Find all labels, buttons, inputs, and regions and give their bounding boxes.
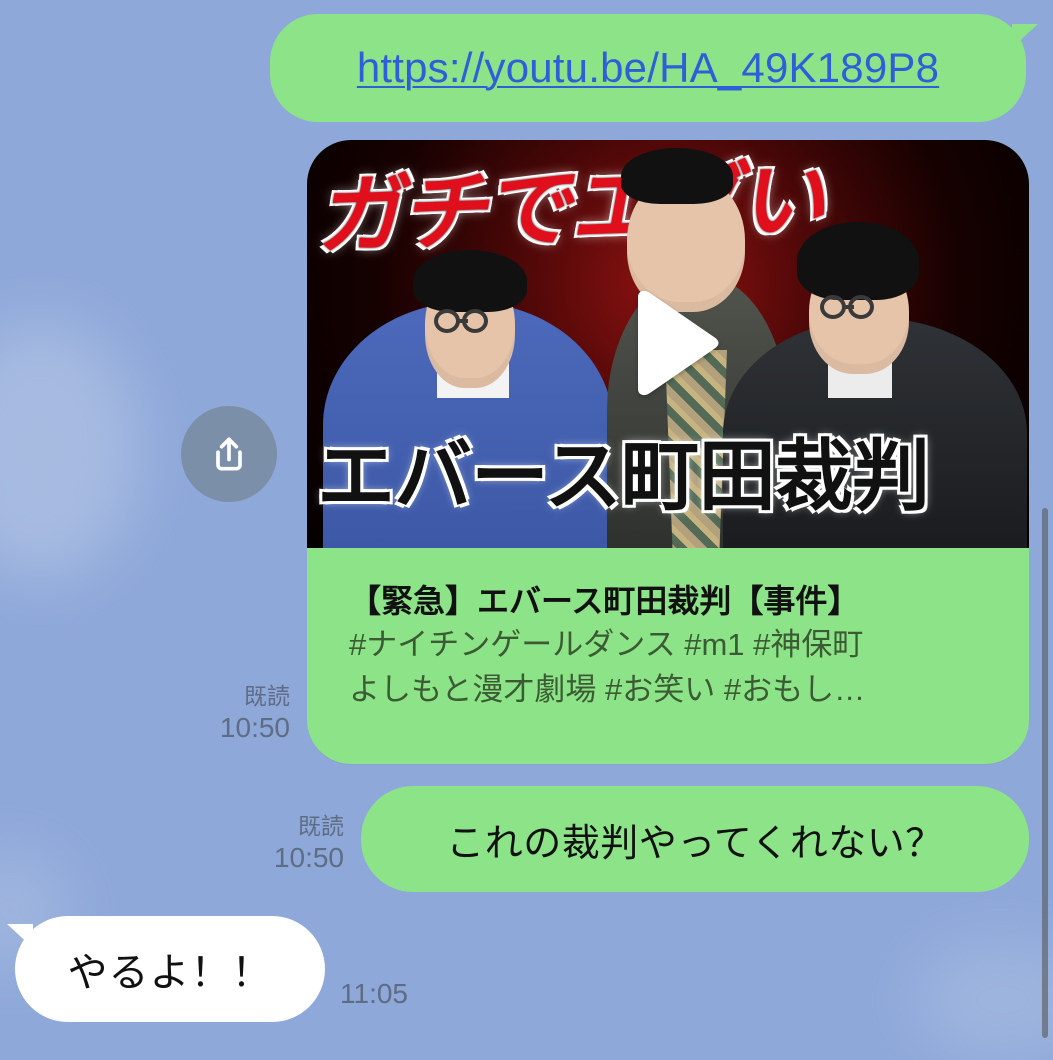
preview-message-meta: 既読 10:50 xyxy=(210,683,290,744)
glasses-left-lens xyxy=(434,309,460,333)
glasses-bridge xyxy=(458,319,468,323)
background-glow xyxy=(0,320,140,580)
scrollbar[interactable] xyxy=(1042,508,1048,1038)
read-receipt: 既読 xyxy=(298,813,344,839)
glasses-left-lens xyxy=(820,295,846,319)
background-glow xyxy=(913,940,1053,1060)
chat-screen: https://youtu.be/HA_49K189P8 ガチでエグい エバース… xyxy=(0,0,1053,1060)
url-message-bubble: https://youtu.be/HA_49K189P8 xyxy=(270,14,1026,122)
preview-description-line: #ナイチンゲールダンス #m1 #神保町 xyxy=(349,627,864,663)
read-receipt: 既読 xyxy=(244,683,290,709)
glasses xyxy=(434,309,504,337)
glasses-bridge xyxy=(844,305,854,309)
preview-description-line: よしもと漫才劇場 #お笑い #おもし… xyxy=(349,672,866,708)
glasses xyxy=(820,295,890,323)
reply-message-bubble: やるよ！！ xyxy=(15,916,325,1022)
share-button[interactable] xyxy=(181,406,277,502)
message-time: 10:50 xyxy=(219,711,290,743)
preview-text-block: 【緊急】エバース町田裁判【事件】 #ナイチンゲールダンス #m1 #神保町 よし… xyxy=(349,580,981,713)
reply-message-text: やるよ！！ xyxy=(67,951,273,995)
question-message-meta: 既読 10:50 xyxy=(262,813,344,874)
thumbnail-bottom-text: エバース町田裁判 xyxy=(317,432,930,520)
youtube-link[interactable]: https://youtu.be/HA_49K189P8 xyxy=(357,44,939,92)
person-hair xyxy=(413,250,527,312)
video-thumbnail[interactable]: ガチでエグい エバース町田裁判 xyxy=(307,140,1029,548)
share-icon xyxy=(207,432,251,476)
question-message-text: これの裁判やってくれない？ xyxy=(446,822,944,865)
question-message-bubble: これの裁判やってくれない？ xyxy=(361,786,1029,892)
reply-message-time: 11:05 xyxy=(340,978,408,1009)
preview-title: 【緊急】エバース町田裁判【事件】 xyxy=(349,583,860,619)
play-icon[interactable] xyxy=(628,289,722,397)
youtube-preview-card[interactable]: ガチでエグい エバース町田裁判 【緊急】エバース町田裁判【事件】 #ナイチンゲー… xyxy=(307,140,1029,764)
person-hair xyxy=(797,222,919,300)
message-time: 10:50 xyxy=(273,841,344,873)
